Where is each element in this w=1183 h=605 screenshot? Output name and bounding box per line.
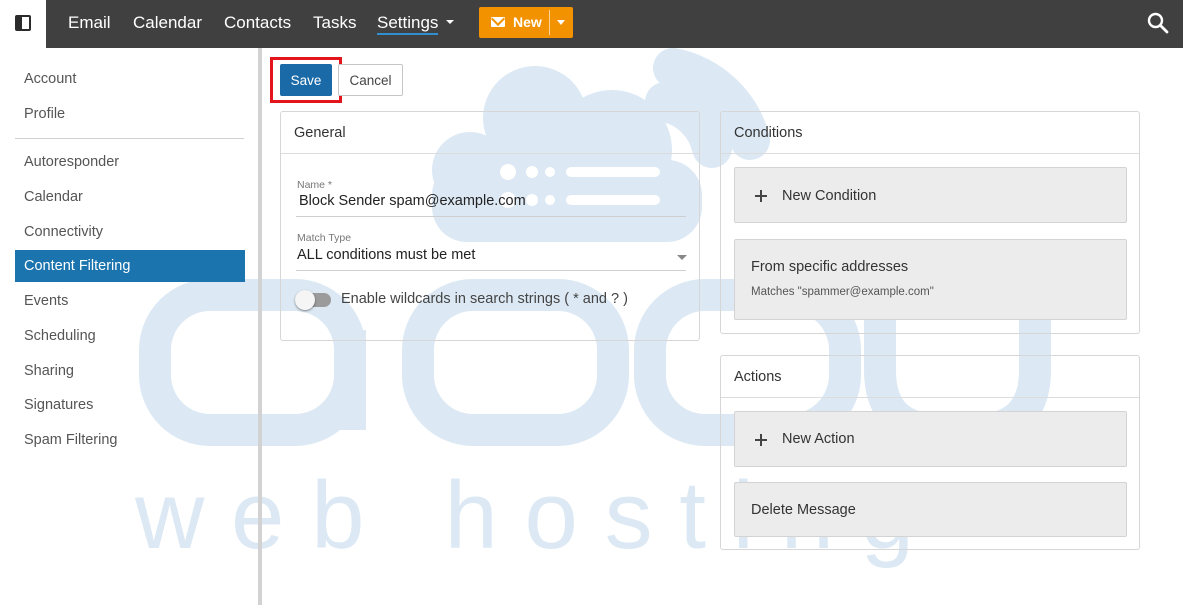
- plus-icon: [755, 434, 767, 446]
- actions-panel-title: Actions: [721, 356, 1139, 398]
- name-field[interactable]: Block Sender spam@example.com: [299, 193, 526, 209]
- match-type-label: Match Type: [297, 232, 352, 244]
- plus-icon: [755, 190, 767, 202]
- conditions-panel-title: Conditions: [721, 112, 1139, 154]
- sidebar-item-connectivity[interactable]: Connectivity: [15, 216, 245, 248]
- wildcards-toggle[interactable]: [295, 290, 331, 310]
- action-item[interactable]: Delete Message: [734, 482, 1127, 537]
- match-type-select[interactable]: ALL conditions must be met: [297, 247, 475, 263]
- wildcards-toggle-label: Enable wildcards in search strings ( * a…: [341, 291, 628, 307]
- new-button-label: New: [513, 14, 542, 30]
- condition-item[interactable]: From specific addresses Matches "spammer…: [734, 239, 1127, 320]
- sidebar-item-spam-filtering[interactable]: Spam Filtering: [15, 424, 245, 456]
- sidebar-item-signatures[interactable]: Signatures: [15, 389, 245, 421]
- new-condition-button[interactable]: New Condition: [734, 167, 1127, 223]
- nav-calendar[interactable]: Calendar: [133, 12, 202, 34]
- sidebar-item-scheduling[interactable]: Scheduling: [15, 320, 245, 352]
- sidebar-item-profile[interactable]: Profile: [15, 98, 245, 130]
- sidebar-item-events[interactable]: Events: [15, 285, 245, 317]
- condition-title: From specific addresses: [751, 259, 909, 275]
- top-bar: Email Calendar Contacts Tasks Settings N…: [0, 0, 1183, 48]
- name-field-underline: [296, 216, 686, 217]
- envelope-icon: [491, 17, 505, 27]
- nav-settings-label: Settings: [377, 13, 439, 35]
- sidebar-item-account[interactable]: Account: [15, 63, 245, 95]
- match-type-underline: [296, 270, 686, 271]
- nav-tasks[interactable]: Tasks: [313, 12, 356, 34]
- sidebar-toggle-icon: [15, 15, 31, 31]
- chevron-down-icon[interactable]: [677, 255, 687, 260]
- action-title: Delete Message: [751, 502, 856, 518]
- name-field-label: Name *: [297, 179, 333, 191]
- search-icon[interactable]: [1147, 12, 1169, 34]
- condition-detail: Matches "spammer@example.com": [751, 286, 934, 298]
- new-action-button[interactable]: New Action: [734, 411, 1127, 467]
- new-action-label: New Action: [782, 431, 855, 447]
- sidebar-item-calendar[interactable]: Calendar: [15, 181, 245, 213]
- sidebar-divider: [15, 138, 244, 139]
- sidebar-item-content-filtering[interactable]: Content Filtering: [15, 250, 245, 282]
- chevron-down-icon: [446, 19, 455, 24]
- new-condition-label: New Condition: [782, 188, 877, 204]
- new-dropdown-button[interactable]: [550, 7, 573, 38]
- new-button-group: New: [479, 7, 573, 38]
- sidebar-resize-handle[interactable]: [258, 48, 262, 605]
- general-panel-title: General: [281, 112, 699, 154]
- toggle-knob: [295, 290, 315, 310]
- sidebar-toggle-button[interactable]: [0, 0, 46, 48]
- nav-email[interactable]: Email: [68, 12, 111, 34]
- settings-sidebar: Account Profile Autoresponder Calendar C…: [0, 48, 258, 605]
- sidebar-item-sharing[interactable]: Sharing: [15, 355, 245, 387]
- cancel-button[interactable]: Cancel: [338, 64, 403, 96]
- save-button[interactable]: Save: [280, 64, 332, 96]
- new-button[interactable]: New: [479, 7, 549, 38]
- sidebar-item-autoresponder[interactable]: Autoresponder: [15, 146, 245, 178]
- nav-contacts[interactable]: Contacts: [224, 12, 291, 34]
- nav-settings[interactable]: Settings: [377, 12, 455, 35]
